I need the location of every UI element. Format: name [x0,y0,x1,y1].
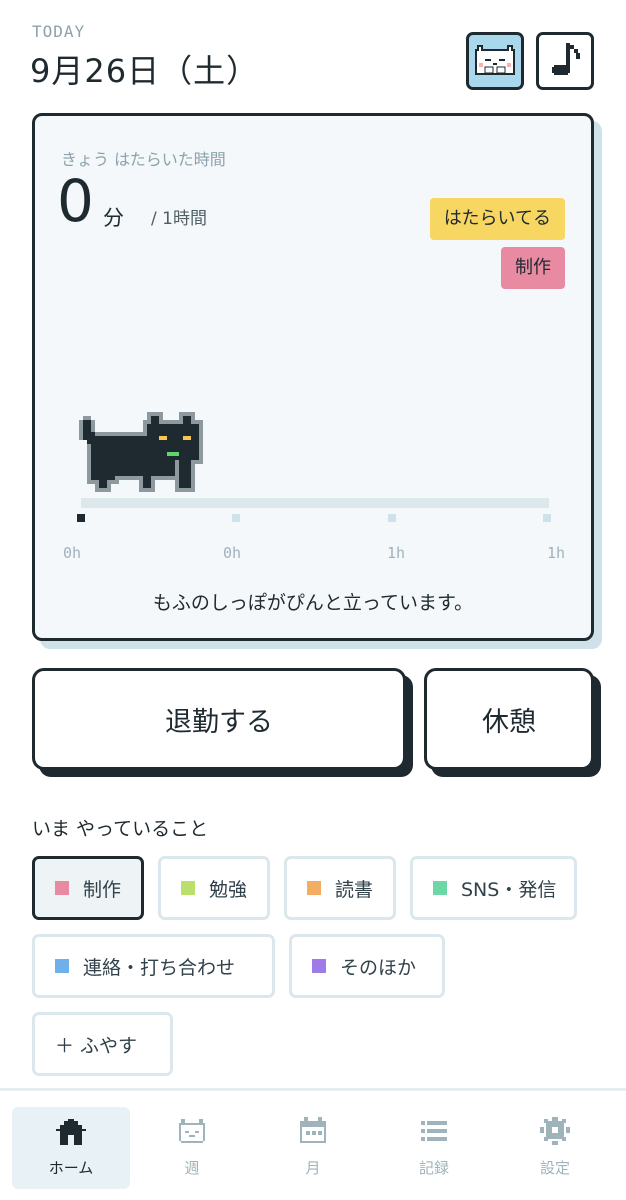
calendar-icon [300,1117,326,1143]
music-button[interactable] [536,32,594,90]
date-heading: 9月26日（土） [30,52,260,90]
tab-home[interactable]: ホーム [12,1107,130,1189]
add-activity-label: ＋ ふやす [55,1034,138,1057]
home-icon [56,1119,86,1145]
worked-minutes-value: 0 [57,167,94,235]
minutes-unit: 分 [103,206,124,230]
work-time-card: きょう はたらいた時間 0 分 / 1時間 はたらいてる 制作 0h 0h 1h… [32,113,594,641]
color-swatch [181,881,195,895]
tab-label: 月 [305,1159,321,1177]
today-label: TODAY [32,22,86,41]
tab-label: 記録 [418,1159,449,1177]
activity-chip-reading[interactable]: 読書 [284,856,396,920]
chip-label: 勉強 [209,878,248,901]
gear-icon [540,1117,570,1145]
cat-button[interactable] [466,32,524,90]
timeline-tick [543,514,551,522]
cat-face-icon [475,45,515,75]
chip-label: 読書 [335,878,374,901]
clock-out-button[interactable]: 退勤する [32,668,406,770]
tab-label: 設定 [539,1159,570,1177]
timeline-label: 1h [547,544,566,562]
activity-chip-other[interactable]: そのほか [289,934,445,998]
chip-label: 制作 [83,878,122,901]
chip-label: 連絡・打ち合わせ [83,956,236,979]
tab-label: ホーム [48,1159,94,1177]
progress-track [81,498,549,508]
tab-week[interactable]: 週 [133,1107,251,1189]
activity-chip-study[interactable]: 勉強 [158,856,270,920]
bottom-tab-bar: ホーム 週 月 記録 設定 [0,1088,626,1200]
chip-label: そのほか [340,956,417,979]
activity-chip-production[interactable]: 制作 [32,856,144,920]
color-swatch [55,959,69,973]
timeline-tick [388,514,396,522]
tab-label: 週 [184,1159,200,1177]
break-button[interactable]: 休憩 [424,668,594,770]
tab-settings[interactable]: 設定 [496,1107,614,1189]
activity-chip-sns[interactable]: SNS・発信 [410,856,577,920]
timeline-tick [232,514,240,522]
timeline-tick [77,514,85,522]
cat-status-message: もふのしっぽがぴんと立っています。 [152,592,474,614]
activity-chip-meetings[interactable]: 連絡・打ち合わせ [32,934,275,998]
music-note-icon [552,43,580,75]
add-activity-button[interactable]: ＋ ふやす [32,1012,173,1076]
tab-records[interactable]: 記録 [375,1107,493,1189]
timeline-label: 0h [223,544,242,562]
timeline-label: 0h [63,544,82,562]
color-swatch [55,881,69,895]
color-swatch [433,881,447,895]
cat-face-icon [179,1119,205,1143]
chip-label: SNS・発信 [461,878,557,901]
status-badge: はたらいてる [429,198,565,240]
timeline-label: 1h [387,544,406,562]
tab-month[interactable]: 月 [254,1107,372,1189]
color-swatch [312,959,326,973]
black-cat-sprite [79,412,203,492]
current-task-badge: 制作 [501,247,565,289]
current-activity-title: いま やっていること [32,818,209,840]
list-icon [421,1121,447,1141]
target-time: / 1時間 [151,209,207,229]
color-swatch [307,881,321,895]
